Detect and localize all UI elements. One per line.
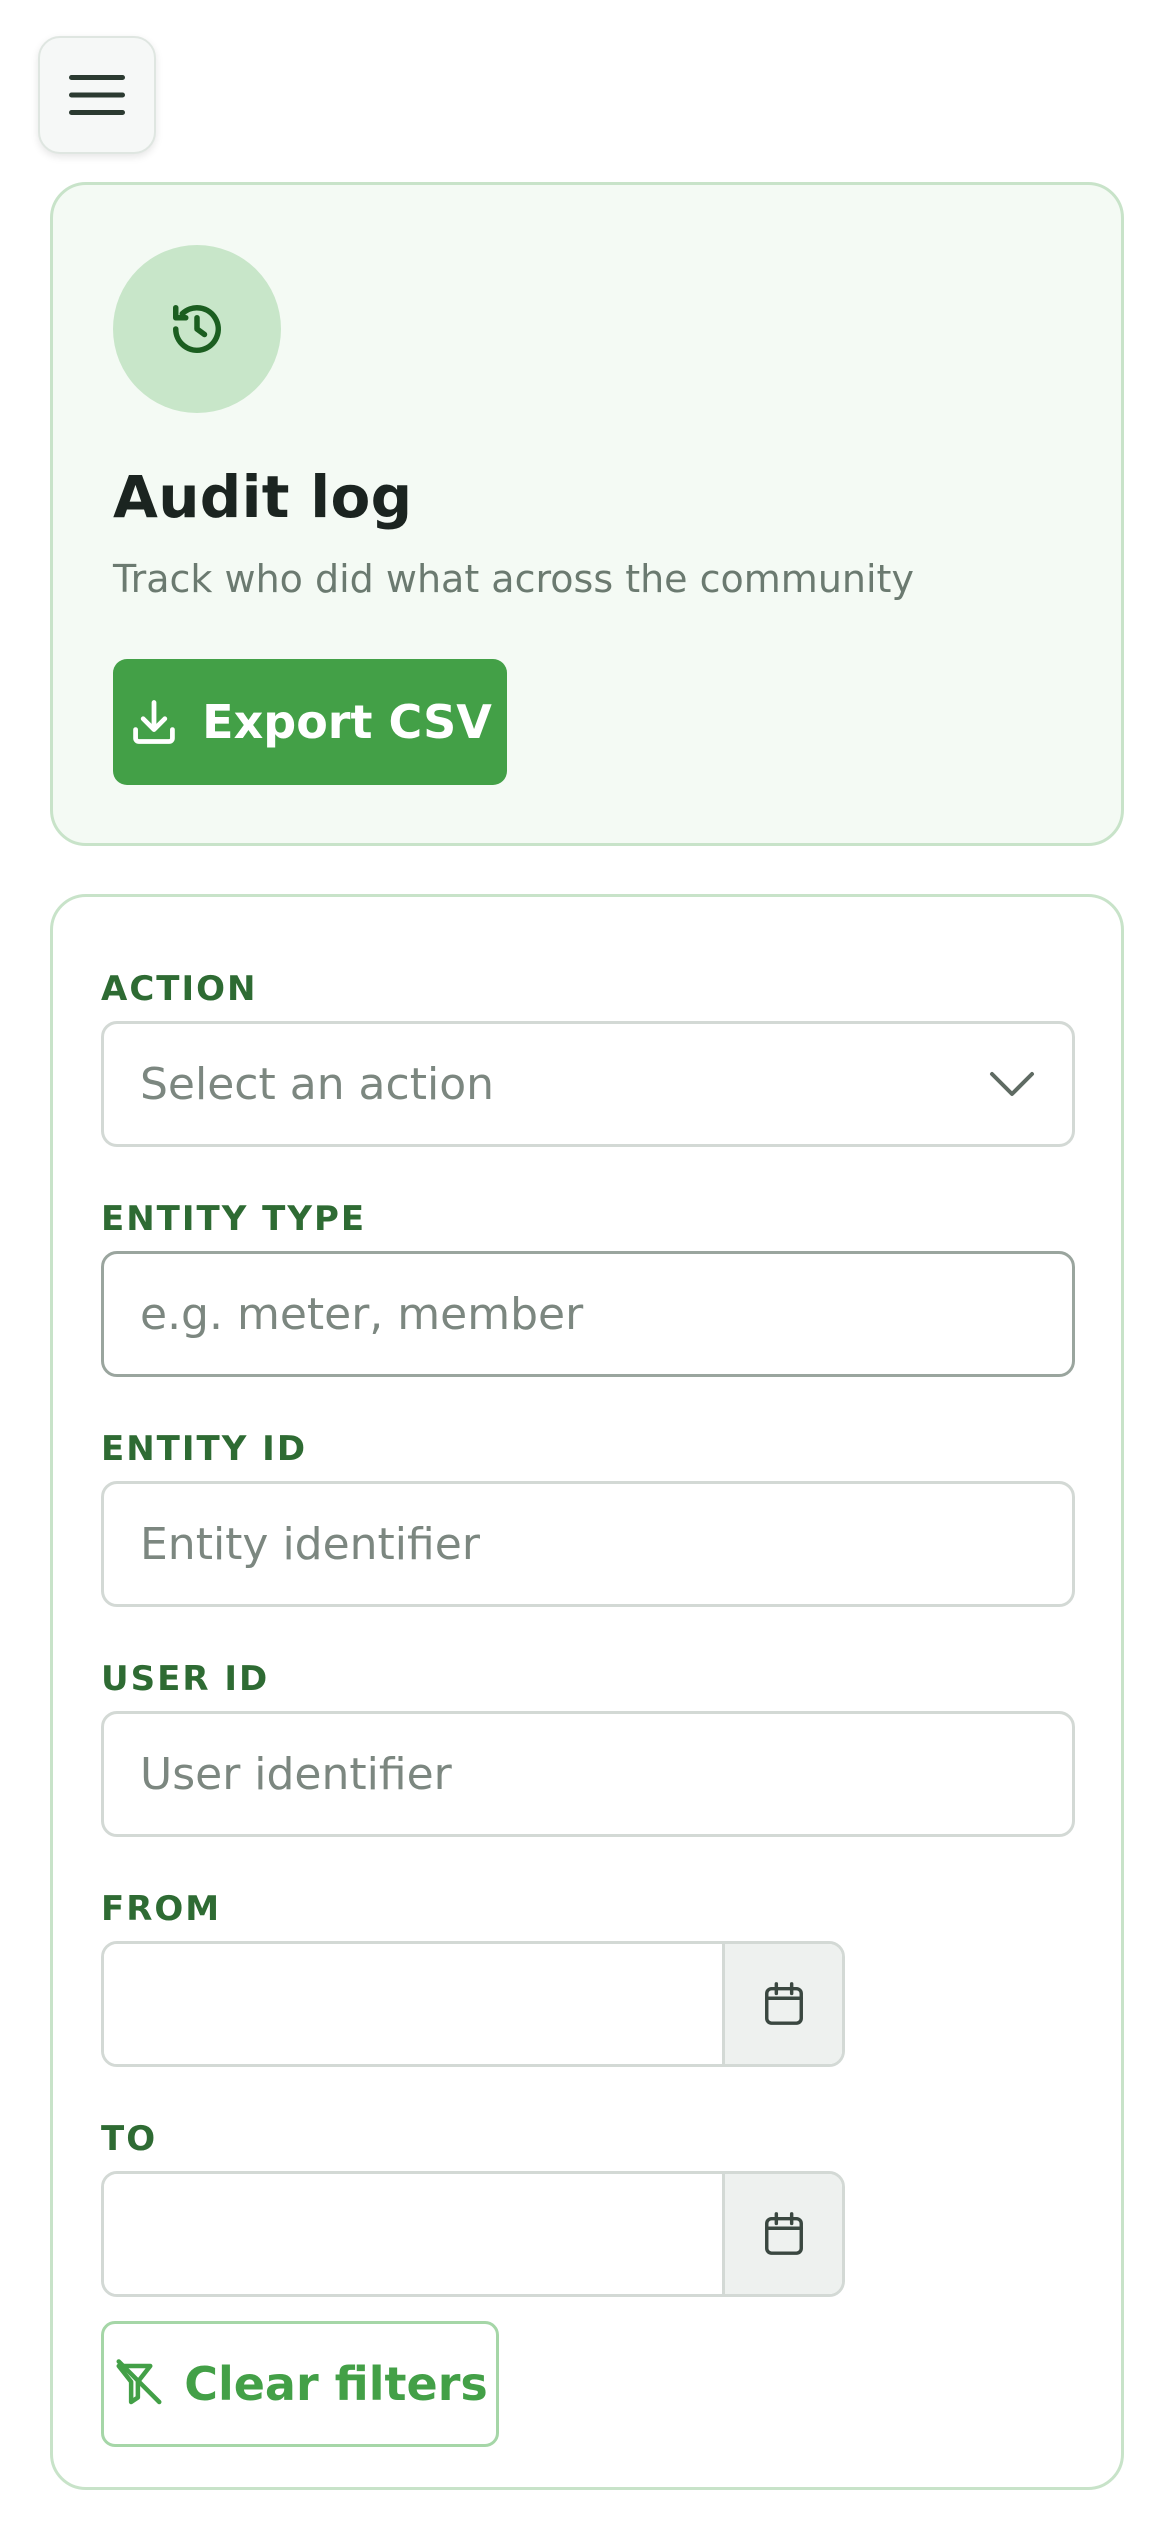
entity-type-label: ENTITY TYPE	[101, 1199, 367, 1239]
clear-filters-button[interactable]: Clear filters	[101, 2321, 499, 2447]
entity-id-label: ENTITY ID	[101, 1429, 308, 1469]
from-date-input[interactable]	[104, 1944, 722, 2064]
chevron-down-icon	[990, 1072, 1034, 1096]
to-date-group	[101, 2171, 845, 2297]
export-csv-button[interactable]: Export CSV	[113, 659, 507, 785]
audit-log-header-card: Audit log Track who did what across the …	[50, 182, 1124, 846]
page-subtitle: Track who did what across the community	[113, 557, 914, 601]
hamburger-menu-icon	[69, 75, 125, 115]
from-date-label: FROM	[101, 1889, 222, 1929]
export-csv-label: Export CSV	[202, 695, 492, 749]
from-date-group	[101, 1941, 845, 2067]
history-icon-circle	[113, 245, 281, 413]
user-id-input[interactable]	[101, 1711, 1075, 1837]
history-icon	[173, 305, 221, 354]
entity-id-input[interactable]	[101, 1481, 1075, 1607]
action-select[interactable]: Select an action	[101, 1021, 1075, 1147]
action-label: ACTION	[101, 969, 258, 1009]
page-title: Audit log	[113, 463, 413, 531]
user-id-label: USER ID	[101, 1659, 270, 1699]
entity-type-input[interactable]	[101, 1251, 1075, 1377]
calendar-icon	[764, 1982, 803, 2025]
to-date-picker-button[interactable]	[722, 2174, 842, 2294]
menu-button[interactable]	[38, 36, 156, 154]
calendar-icon	[764, 2212, 803, 2255]
filter-clear-icon	[116, 2359, 162, 2405]
to-date-label: TO	[101, 2119, 158, 2159]
action-select-placeholder: Select an action	[140, 1058, 494, 1110]
to-date-input[interactable]	[104, 2174, 722, 2294]
clear-filters-label: Clear filters	[184, 2357, 488, 2411]
download-icon	[133, 700, 175, 744]
filters-card: ACTION Select an action ENTITY TYPE ENTI…	[50, 894, 1124, 2490]
from-date-picker-button[interactable]	[722, 1944, 842, 2064]
